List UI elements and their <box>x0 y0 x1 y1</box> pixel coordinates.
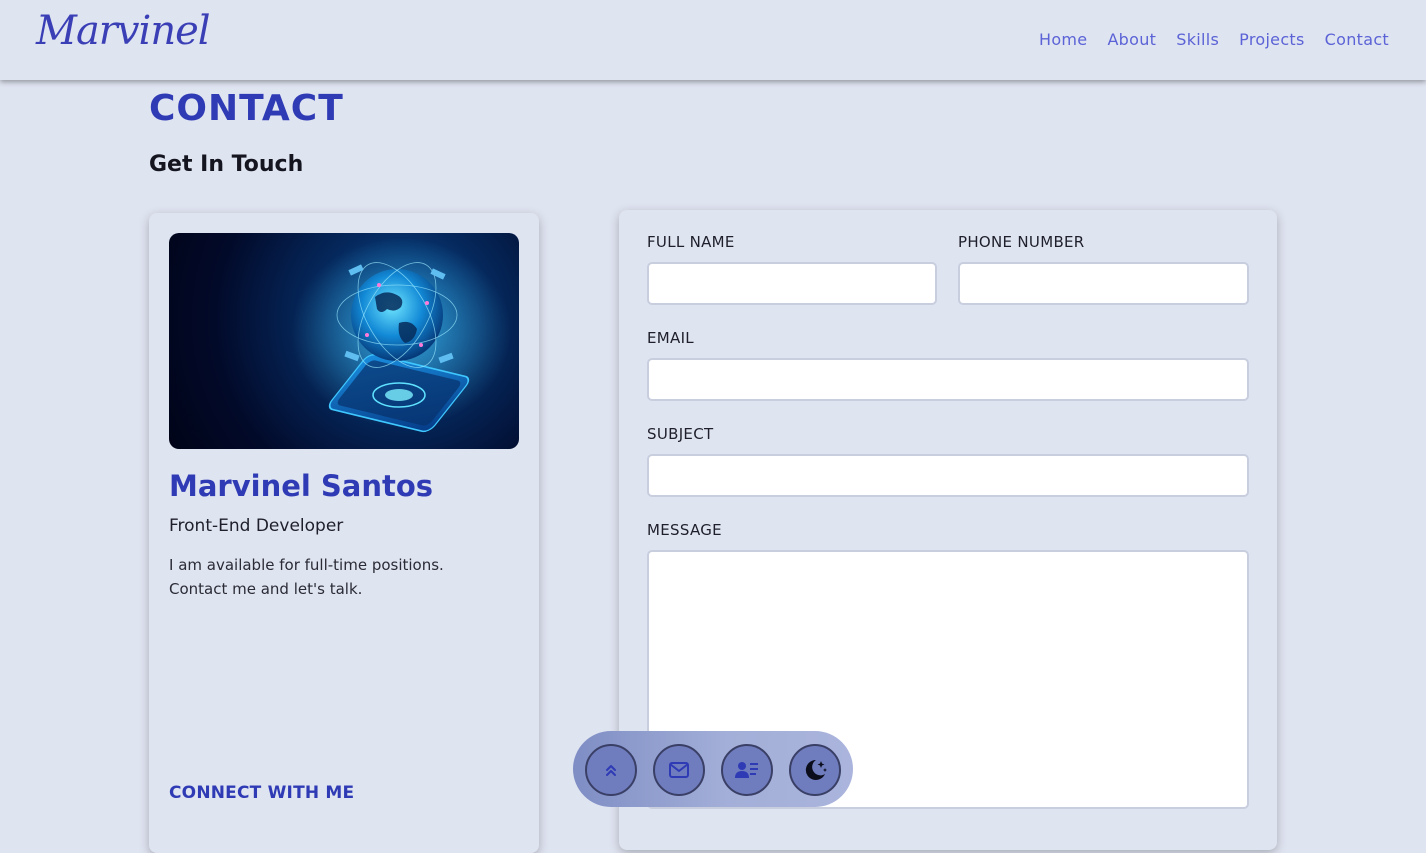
site-header: Marvinel Home About Skills Projects Cont… <box>0 0 1426 80</box>
profile-card: Marvinel Santos Front-End Developer I am… <box>149 213 539 853</box>
globe-phone-illustration-icon <box>169 233 519 449</box>
nav-link-projects[interactable]: Projects <box>1239 30 1304 49</box>
profile-role: Front-End Developer <box>169 516 344 536</box>
email-button[interactable] <box>653 744 705 796</box>
mail-icon <box>668 761 690 779</box>
site-logo[interactable]: Marvinel <box>36 8 211 54</box>
email-input[interactable] <box>647 358 1249 401</box>
subject-input[interactable] <box>647 454 1249 497</box>
nav-link-contact[interactable]: Contact <box>1325 30 1389 49</box>
section-subtitle: Get In Touch <box>149 152 304 177</box>
floating-dock <box>573 731 853 807</box>
subject-label: SUBJECT <box>647 425 714 443</box>
scroll-top-button[interactable] <box>585 744 637 796</box>
contact-card-icon <box>734 759 760 781</box>
chevrons-up-icon <box>602 761 620 779</box>
moon-stars-icon <box>802 757 828 783</box>
nav-link-about[interactable]: About <box>1107 30 1156 49</box>
nav-link-home[interactable]: Home <box>1039 30 1087 49</box>
nav-link-skills[interactable]: Skills <box>1176 30 1219 49</box>
section-title: CONTACT <box>149 88 344 129</box>
connect-heading: CONNECT WITH ME <box>169 783 355 803</box>
contact-card-button[interactable] <box>721 744 773 796</box>
profile-name: Marvinel Santos <box>169 469 434 503</box>
profile-description: I am available for full-time positions. … <box>169 556 444 598</box>
full-name-input[interactable] <box>647 262 937 305</box>
main-nav: Home About Skills Projects Contact <box>1039 30 1389 49</box>
phone-number-label: PHONE NUMBER <box>958 233 1085 251</box>
message-label: MESSAGE <box>647 521 722 539</box>
phone-number-input[interactable] <box>958 262 1249 305</box>
theme-toggle-button[interactable] <box>789 744 841 796</box>
email-label: EMAIL <box>647 329 694 347</box>
full-name-label: FULL NAME <box>647 233 735 251</box>
